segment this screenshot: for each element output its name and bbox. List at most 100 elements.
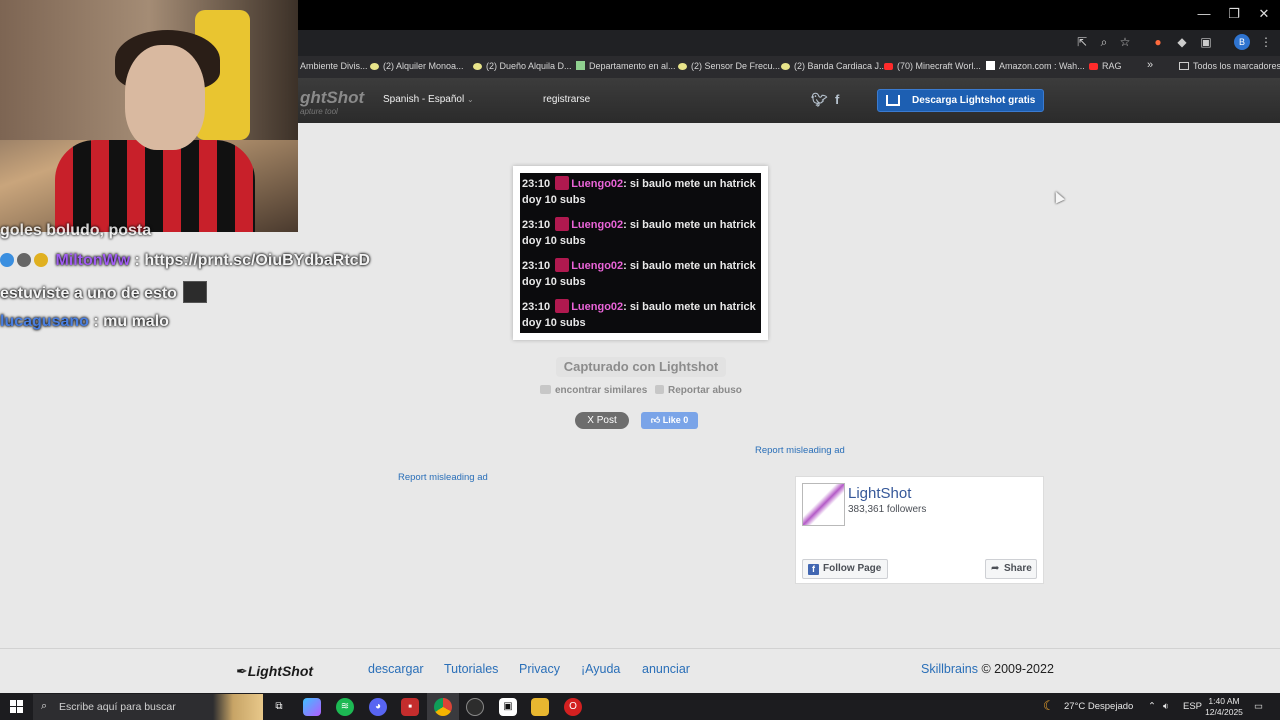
bookmark-favicon-icon bbox=[678, 63, 687, 70]
feather-icon: ✒︎ bbox=[236, 663, 248, 679]
twitter-icon[interactable]: 🐦︎ bbox=[811, 92, 828, 108]
extension-fox-icon[interactable]: ● bbox=[1150, 34, 1166, 50]
bookmark-item[interactable]: (2) Alquiler Monoa... bbox=[370, 61, 464, 71]
report-misleading-ad-link[interactable]: Report misleading ad bbox=[755, 445, 845, 456]
task-view-icon[interactable]: ⧉ bbox=[270, 698, 288, 716]
language-selector[interactable]: Spanish - Español ⌄ bbox=[383, 94, 474, 105]
star-icon[interactable]: ☆ bbox=[1117, 34, 1133, 50]
facebook-icon: f bbox=[808, 564, 819, 575]
screenshot-chat-line: 23:10 Luengo02: si baulo mete un hatrick… bbox=[522, 217, 756, 247]
footer-link-download[interactable]: descargar bbox=[368, 662, 424, 676]
chrome-icon[interactable] bbox=[434, 698, 452, 716]
search-highlight-image bbox=[213, 694, 263, 720]
flag-icon bbox=[655, 385, 664, 394]
weather-moon-icon[interactable]: ☾ bbox=[1043, 698, 1055, 714]
site-logo[interactable]: ghtShot bbox=[300, 88, 364, 108]
bookmark-item[interactable]: (2) Dueño Alquila D... bbox=[473, 61, 572, 71]
site-footer bbox=[0, 648, 1280, 693]
chat-badge-icon bbox=[17, 253, 31, 267]
register-link[interactable]: registrarse bbox=[543, 94, 590, 105]
bookmark-item[interactable]: (2) Sensor De Frecu... bbox=[678, 61, 780, 71]
channel-badge-icon bbox=[555, 299, 570, 313]
stream-chat-message: MiltonWw : https://prnt.sc/OiuBYdbaRtcD bbox=[0, 252, 370, 270]
stream-chat-message: goles boludo, posta bbox=[0, 222, 152, 239]
bookmarks-overflow-icon[interactable]: » bbox=[1147, 59, 1153, 71]
report-abuse-link[interactable]: Reportar abuso bbox=[655, 385, 742, 396]
footer-link-tutorials[interactable]: Tutoriales bbox=[444, 662, 498, 676]
spotify-icon[interactable]: ≋ bbox=[336, 698, 354, 716]
channel-badge-icon bbox=[555, 217, 570, 231]
discord-icon[interactable]: ◕ bbox=[369, 698, 387, 716]
bookmark-item[interactable]: Departamento en al... bbox=[576, 61, 676, 71]
weather-text[interactable]: 27°C Despejado bbox=[1064, 701, 1133, 712]
notifications-icon[interactable]: ▭ bbox=[1254, 701, 1263, 712]
lightshot-feather-logo[interactable] bbox=[802, 483, 845, 526]
channel-badge-icon bbox=[555, 258, 570, 272]
bookmark-favicon-icon bbox=[576, 61, 585, 70]
bookmark-item[interactable]: (70) Minecraft Worl... bbox=[884, 61, 981, 71]
volume-icon[interactable]: 🔉︎ bbox=[1163, 701, 1169, 712]
bookmark-item[interactable]: RAG bbox=[1089, 61, 1122, 71]
download-icon bbox=[886, 95, 900, 106]
stream-chat-message: estuviste a uno de esto bbox=[0, 281, 207, 303]
all-bookmarks[interactable]: Todos los marcadores bbox=[1179, 61, 1280, 71]
menu-icon[interactable]: ⋮ bbox=[1258, 34, 1274, 50]
thumbs-up-icon: 👍︎ bbox=[650, 415, 661, 425]
chat-badge-icon bbox=[0, 253, 14, 267]
copilot-icon[interactable] bbox=[303, 698, 321, 716]
obs-icon[interactable] bbox=[466, 698, 484, 716]
folder-icon bbox=[1179, 62, 1189, 70]
bookmark-item[interactable]: Amazon.com : Wah... bbox=[986, 61, 1085, 71]
app-icon[interactable]: ▣ bbox=[499, 698, 517, 716]
search-icon: ⌕ bbox=[41, 700, 48, 712]
screenshot-image[interactable]: 23:10 Luengo02: si baulo mete un hatrick… bbox=[520, 173, 761, 333]
skillbrains-link[interactable]: Skillbrains bbox=[921, 662, 978, 676]
report-misleading-ad-link[interactable]: Report misleading ad bbox=[398, 472, 488, 483]
bookmark-item[interactable]: (2) Banda Cardiaca J... bbox=[781, 61, 887, 71]
zoom-icon[interactable]: ⌕ bbox=[1096, 34, 1112, 50]
app-icon[interactable]: ■ bbox=[401, 698, 419, 716]
amazon-icon bbox=[986, 61, 995, 70]
screenshot-chat-line: 23:10 Luengo02: si baulo mete un hatrick… bbox=[522, 299, 756, 329]
x-post-button[interactable]: X Post bbox=[575, 412, 629, 429]
screenshot-chat-line: 23:10 Luengo02: si baulo mete un hatrick… bbox=[522, 258, 756, 288]
facebook-like-button[interactable]: 👍︎ Like 0 bbox=[641, 412, 698, 429]
chat-badge-icon bbox=[34, 253, 48, 267]
channel-badge-icon bbox=[555, 176, 570, 190]
bookmark-favicon-icon bbox=[781, 63, 790, 70]
share-button[interactable]: ➦ Share bbox=[985, 559, 1037, 579]
facebook-icon[interactable]: f bbox=[835, 92, 839, 107]
chevron-up-icon[interactable]: ⌃ bbox=[1148, 701, 1156, 712]
screenshot-chat-line: 23:10 Luengo02: si baulo mete un hatrick… bbox=[522, 176, 756, 206]
stream-chat-message: lucagusano : mu malo bbox=[0, 313, 169, 330]
minimize-icon[interactable]: — bbox=[1189, 6, 1219, 21]
download-button[interactable]: Descarga Lightshot gratis bbox=[877, 89, 1044, 112]
opera-icon[interactable]: O bbox=[564, 698, 582, 716]
windows-start-icon[interactable] bbox=[10, 700, 23, 713]
taskbar-search-input[interactable]: ⌕ Escribe aquí para buscar bbox=[33, 694, 263, 720]
restore-icon[interactable]: ❐ bbox=[1219, 6, 1249, 22]
youtube-icon bbox=[884, 63, 893, 70]
follow-page-button[interactable]: f Follow Page bbox=[802, 559, 888, 579]
footer-link-help[interactable]: ¡Ayuda bbox=[581, 662, 620, 676]
profile-icon[interactable]: B bbox=[1234, 34, 1250, 50]
file-explorer-icon[interactable] bbox=[531, 698, 549, 716]
puzzle-icon[interactable]: ▣ bbox=[1198, 34, 1214, 50]
footer-link-advertise[interactable]: anunciar bbox=[642, 662, 690, 676]
facebook-page-name[interactable]: LightShot bbox=[848, 485, 911, 502]
chat-emote-icon bbox=[182, 281, 207, 303]
site-tagline: apture tool bbox=[300, 107, 338, 116]
footer-logo[interactable]: ✒︎LightShot bbox=[236, 663, 313, 680]
taskbar-clock[interactable]: 1:40 AM 12/4/2025 bbox=[1200, 696, 1248, 718]
extension-icon[interactable]: ◆ bbox=[1174, 34, 1190, 50]
footer-link-privacy[interactable]: Privacy bbox=[519, 662, 560, 676]
install-icon[interactable]: ⇱ bbox=[1074, 34, 1090, 50]
captured-with-lightshot-label: Capturado con Lightshot bbox=[556, 357, 726, 377]
share-arrow-icon: ➦ bbox=[991, 563, 1000, 574]
footer-copyright: Skillbrains © 2009-2022 bbox=[921, 662, 1054, 676]
close-icon[interactable]: ✕ bbox=[1249, 6, 1279, 22]
bookmark-item[interactable]: Ambiente Divis... bbox=[300, 61, 368, 71]
find-similar-link[interactable]: encontrar similares bbox=[540, 385, 647, 396]
bookmark-favicon-icon bbox=[473, 63, 482, 70]
camera-icon bbox=[540, 385, 551, 394]
